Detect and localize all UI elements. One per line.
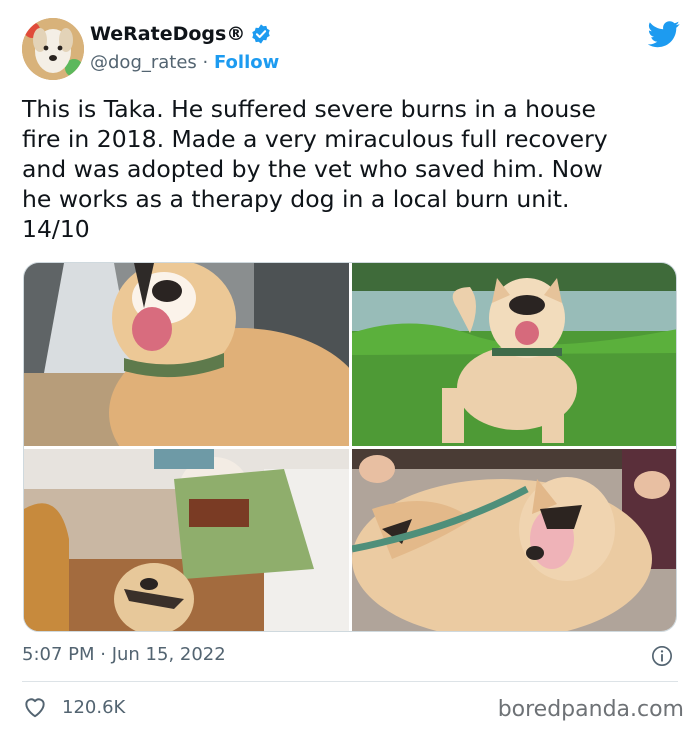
divider bbox=[22, 681, 678, 682]
photo-grid bbox=[23, 262, 677, 632]
tweet-text: This is Taka. He suffered severe burns i… bbox=[22, 95, 608, 243]
handle-row: @dog_rates · Follow bbox=[90, 52, 279, 73]
display-name[interactable]: WeRateDogs® bbox=[90, 23, 245, 45]
twitter-bird-icon[interactable] bbox=[647, 18, 680, 50]
photo-taka-closeup[interactable] bbox=[352, 449, 676, 631]
separator: · bbox=[196, 52, 214, 73]
heart-icon[interactable] bbox=[22, 694, 48, 720]
watermark: boredpanda.com bbox=[497, 697, 684, 722]
follow-button[interactable]: Follow bbox=[214, 52, 279, 73]
verified-badge-icon bbox=[250, 23, 272, 45]
tweet-header: WeRateDogs® @dog_rates · Follow bbox=[22, 16, 682, 80]
photo-taka-grass[interactable] bbox=[352, 263, 676, 446]
avatar[interactable] bbox=[22, 18, 84, 80]
handle[interactable]: @dog_rates bbox=[90, 52, 197, 73]
photo-taka-hospital[interactable] bbox=[24, 449, 349, 631]
like-count: 120.6K bbox=[62, 696, 126, 718]
photo-taka-waterfall[interactable] bbox=[24, 263, 349, 446]
like-action[interactable]: 120.6K bbox=[22, 694, 125, 720]
timestamp[interactable]: 5:07 PM · Jun 15, 2022 bbox=[22, 644, 226, 665]
info-icon[interactable] bbox=[651, 645, 673, 667]
